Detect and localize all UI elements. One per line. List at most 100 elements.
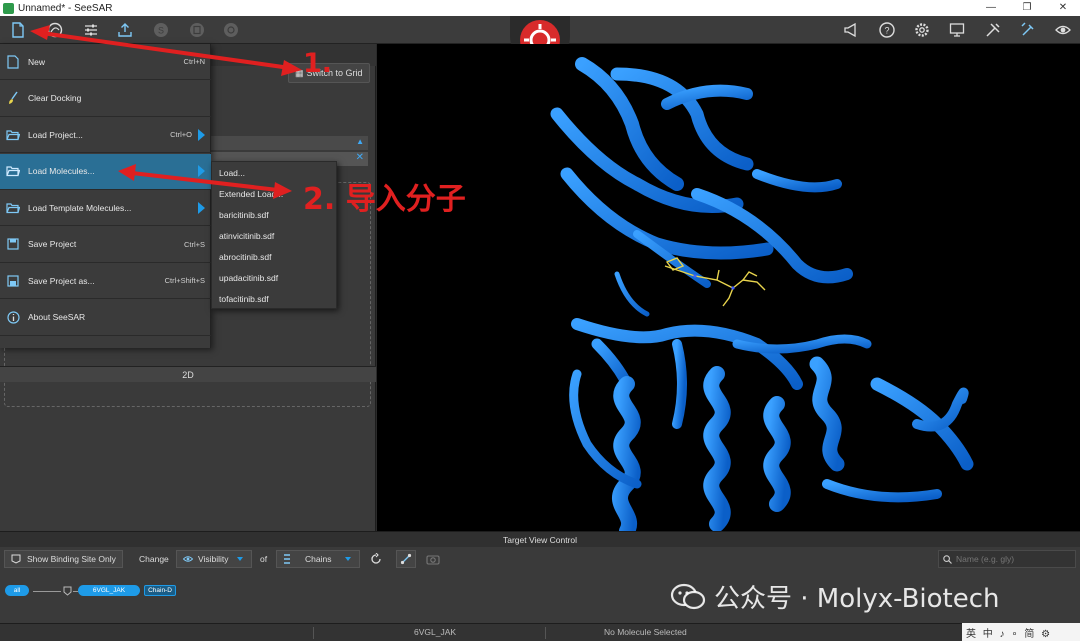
- display-button[interactable]: [946, 19, 968, 41]
- menu-item-label: About SeeSAR: [28, 312, 86, 322]
- menu-item-save-project-as[interactable]: Save Project as... Ctrl+Shift+S: [0, 263, 211, 299]
- reset-view-button[interactable]: [370, 550, 382, 568]
- save-as-icon: [6, 274, 20, 288]
- protein-mode-button[interactable]: [44, 19, 66, 41]
- menu-item-load-project[interactable]: Load Project... Ctrl+O: [0, 117, 211, 153]
- window-title: Unnamed* - SeeSAR: [18, 2, 113, 14]
- monitor-icon: [949, 23, 965, 37]
- analyzer-mode-button[interactable]: [80, 19, 102, 41]
- submenu-item-recent-file[interactable]: tofacitinib.sdf: [219, 294, 269, 304]
- change-label: Change: [139, 554, 169, 564]
- ime-text: 英 中 ♪ ∘ 简 ⚙: [966, 628, 1053, 640]
- refresh-icon: [371, 553, 381, 564]
- restore-button[interactable]: ❐: [1010, 0, 1044, 16]
- panel-2d-label[interactable]: 2D: [0, 366, 376, 382]
- submenu-item-extended-load[interactable]: Extended Load...: [219, 189, 283, 199]
- residue-search-input[interactable]: [956, 554, 1066, 564]
- menu-item-shortcut: Ctrl+Shift+S: [164, 276, 205, 285]
- menu-item-about[interactable]: About SeeSAR: [0, 300, 211, 336]
- submenu-item-recent-file[interactable]: abrocitinib.sdf: [219, 252, 271, 262]
- menu-item-label: Save Project as...: [28, 275, 95, 286]
- status-structure: 6VGL_JAK: [414, 627, 457, 637]
- 3d-view[interactable]: [377, 44, 1080, 531]
- search-icon: [943, 554, 952, 564]
- brush-icon: [6, 91, 20, 105]
- camera-button[interactable]: [426, 550, 440, 568]
- settings-button[interactable]: [911, 19, 933, 41]
- info-icon: [6, 310, 20, 324]
- status-separator: [545, 627, 546, 639]
- ime-toolbar[interactable]: 英 中 ♪ ∘ 简 ⚙: [962, 623, 1080, 641]
- announce-button[interactable]: [840, 19, 862, 41]
- seesar-window: Unnamed* - SeeSAR — ❐ ✕ S ? ▦ Switch to …: [0, 0, 1080, 641]
- menu-item-clear-docking[interactable]: Clear Docking: [0, 81, 211, 117]
- visibility-button[interactable]: [1052, 19, 1074, 41]
- tree-node-structure[interactable]: 6VGL_JAK: [78, 585, 140, 596]
- tree-connector: [33, 591, 61, 592]
- menu-item-label: Load Molecules...: [28, 166, 95, 176]
- folder-open-icon: [6, 128, 20, 142]
- tree-node-chain[interactable]: Chain-D: [144, 585, 176, 596]
- residue-search-field[interactable]: [938, 550, 1076, 568]
- pick-tool-button[interactable]: [396, 550, 416, 568]
- clear-icon[interactable]: ✕: [356, 152, 364, 163]
- chevron-down-icon: [236, 557, 243, 561]
- visibility-dropdown[interactable]: Visibility: [176, 550, 252, 568]
- checkbox-icon: [11, 554, 21, 564]
- table-icon: [190, 23, 204, 37]
- export-button[interactable]: [114, 19, 136, 41]
- folder-open-icon: [6, 164, 20, 178]
- menu-item-new[interactable]: New Ctrl+N: [0, 44, 211, 80]
- submenu-arrow-icon: [198, 201, 205, 214]
- chains-dropdown[interactable]: Chains: [276, 550, 360, 568]
- wechat-watermark: 公众号 · Molyx-Biotech: [670, 578, 1000, 615]
- of-label: of: [260, 554, 268, 564]
- submenu-item-recent-file[interactable]: atinvicitinib.sdf: [219, 231, 274, 241]
- measure-button[interactable]: [1017, 19, 1039, 41]
- annotation-step-2: 2. 导入分子: [303, 182, 466, 217]
- wrench-icon: [1021, 22, 1034, 36]
- watermark-text: 公众号 · Molyx-Biotech: [714, 584, 1000, 614]
- menu-item-load-molecules[interactable]: Load Molecules...: [0, 153, 211, 190]
- show-binding-site-toggle[interactable]: Show Binding Site Only: [4, 550, 123, 568]
- grid-icon: ▦: [295, 67, 303, 78]
- app-icon: [3, 2, 14, 14]
- window-titlebar: Unnamed* - SeeSAR — ❐ ✕: [0, 0, 1080, 16]
- minimize-button[interactable]: —: [974, 0, 1008, 16]
- gear-icon: [915, 23, 929, 37]
- help-icon: ?: [879, 22, 895, 38]
- menu-item-load-template-molecules[interactable]: Load Template Molecules...: [0, 190, 211, 226]
- sar-mode-button[interactable]: S: [150, 19, 172, 41]
- svg-text:S: S: [158, 26, 164, 36]
- file-menu-button[interactable]: [7, 19, 29, 41]
- folder-open-icon: [6, 201, 20, 215]
- submenu-item-load[interactable]: Load...: [219, 168, 245, 178]
- list-header[interactable]: ▲: [210, 136, 368, 150]
- menu-item-shortcut: Ctrl+S: [183, 239, 205, 249]
- structure-icon: [63, 586, 72, 596]
- target-view-control-header[interactable]: Target View Control: [0, 531, 1080, 547]
- menu-item-label: Clear Docking: [28, 93, 82, 103]
- settings-mode-button[interactable]: [220, 19, 242, 41]
- submenu-item-recent-file[interactable]: baricitinib.sdf: [219, 210, 269, 220]
- show-binding-site-label: Show Binding Site Only: [27, 554, 116, 564]
- status-molecule: No Molecule Selected: [604, 627, 687, 637]
- submenu-item-recent-file[interactable]: upadacitinib.sdf: [219, 273, 278, 283]
- table-mode-button[interactable]: [186, 19, 208, 41]
- sliders-icon: [85, 24, 97, 36]
- annotation-step-1: 1.: [303, 48, 333, 79]
- submenu-arrow-icon: [198, 128, 205, 141]
- protein-ribbon[interactable]: [377, 44, 1080, 531]
- chevron-down-icon: [345, 557, 352, 561]
- menu-item-label: New: [28, 56, 46, 67]
- collapse-icon[interactable]: ▲: [356, 137, 364, 146]
- close-button[interactable]: ✕: [1046, 0, 1080, 16]
- wechat-icon: [670, 583, 706, 609]
- tree-node-all[interactable]: all: [5, 585, 29, 596]
- molecule-icon: [224, 23, 238, 37]
- menu-item-save-project[interactable]: Save Project Ctrl+S: [0, 227, 211, 263]
- file-icon: [12, 22, 24, 38]
- tools-button[interactable]: [982, 19, 1004, 41]
- eye-icon: [1055, 25, 1071, 35]
- help-button[interactable]: ?: [876, 19, 898, 41]
